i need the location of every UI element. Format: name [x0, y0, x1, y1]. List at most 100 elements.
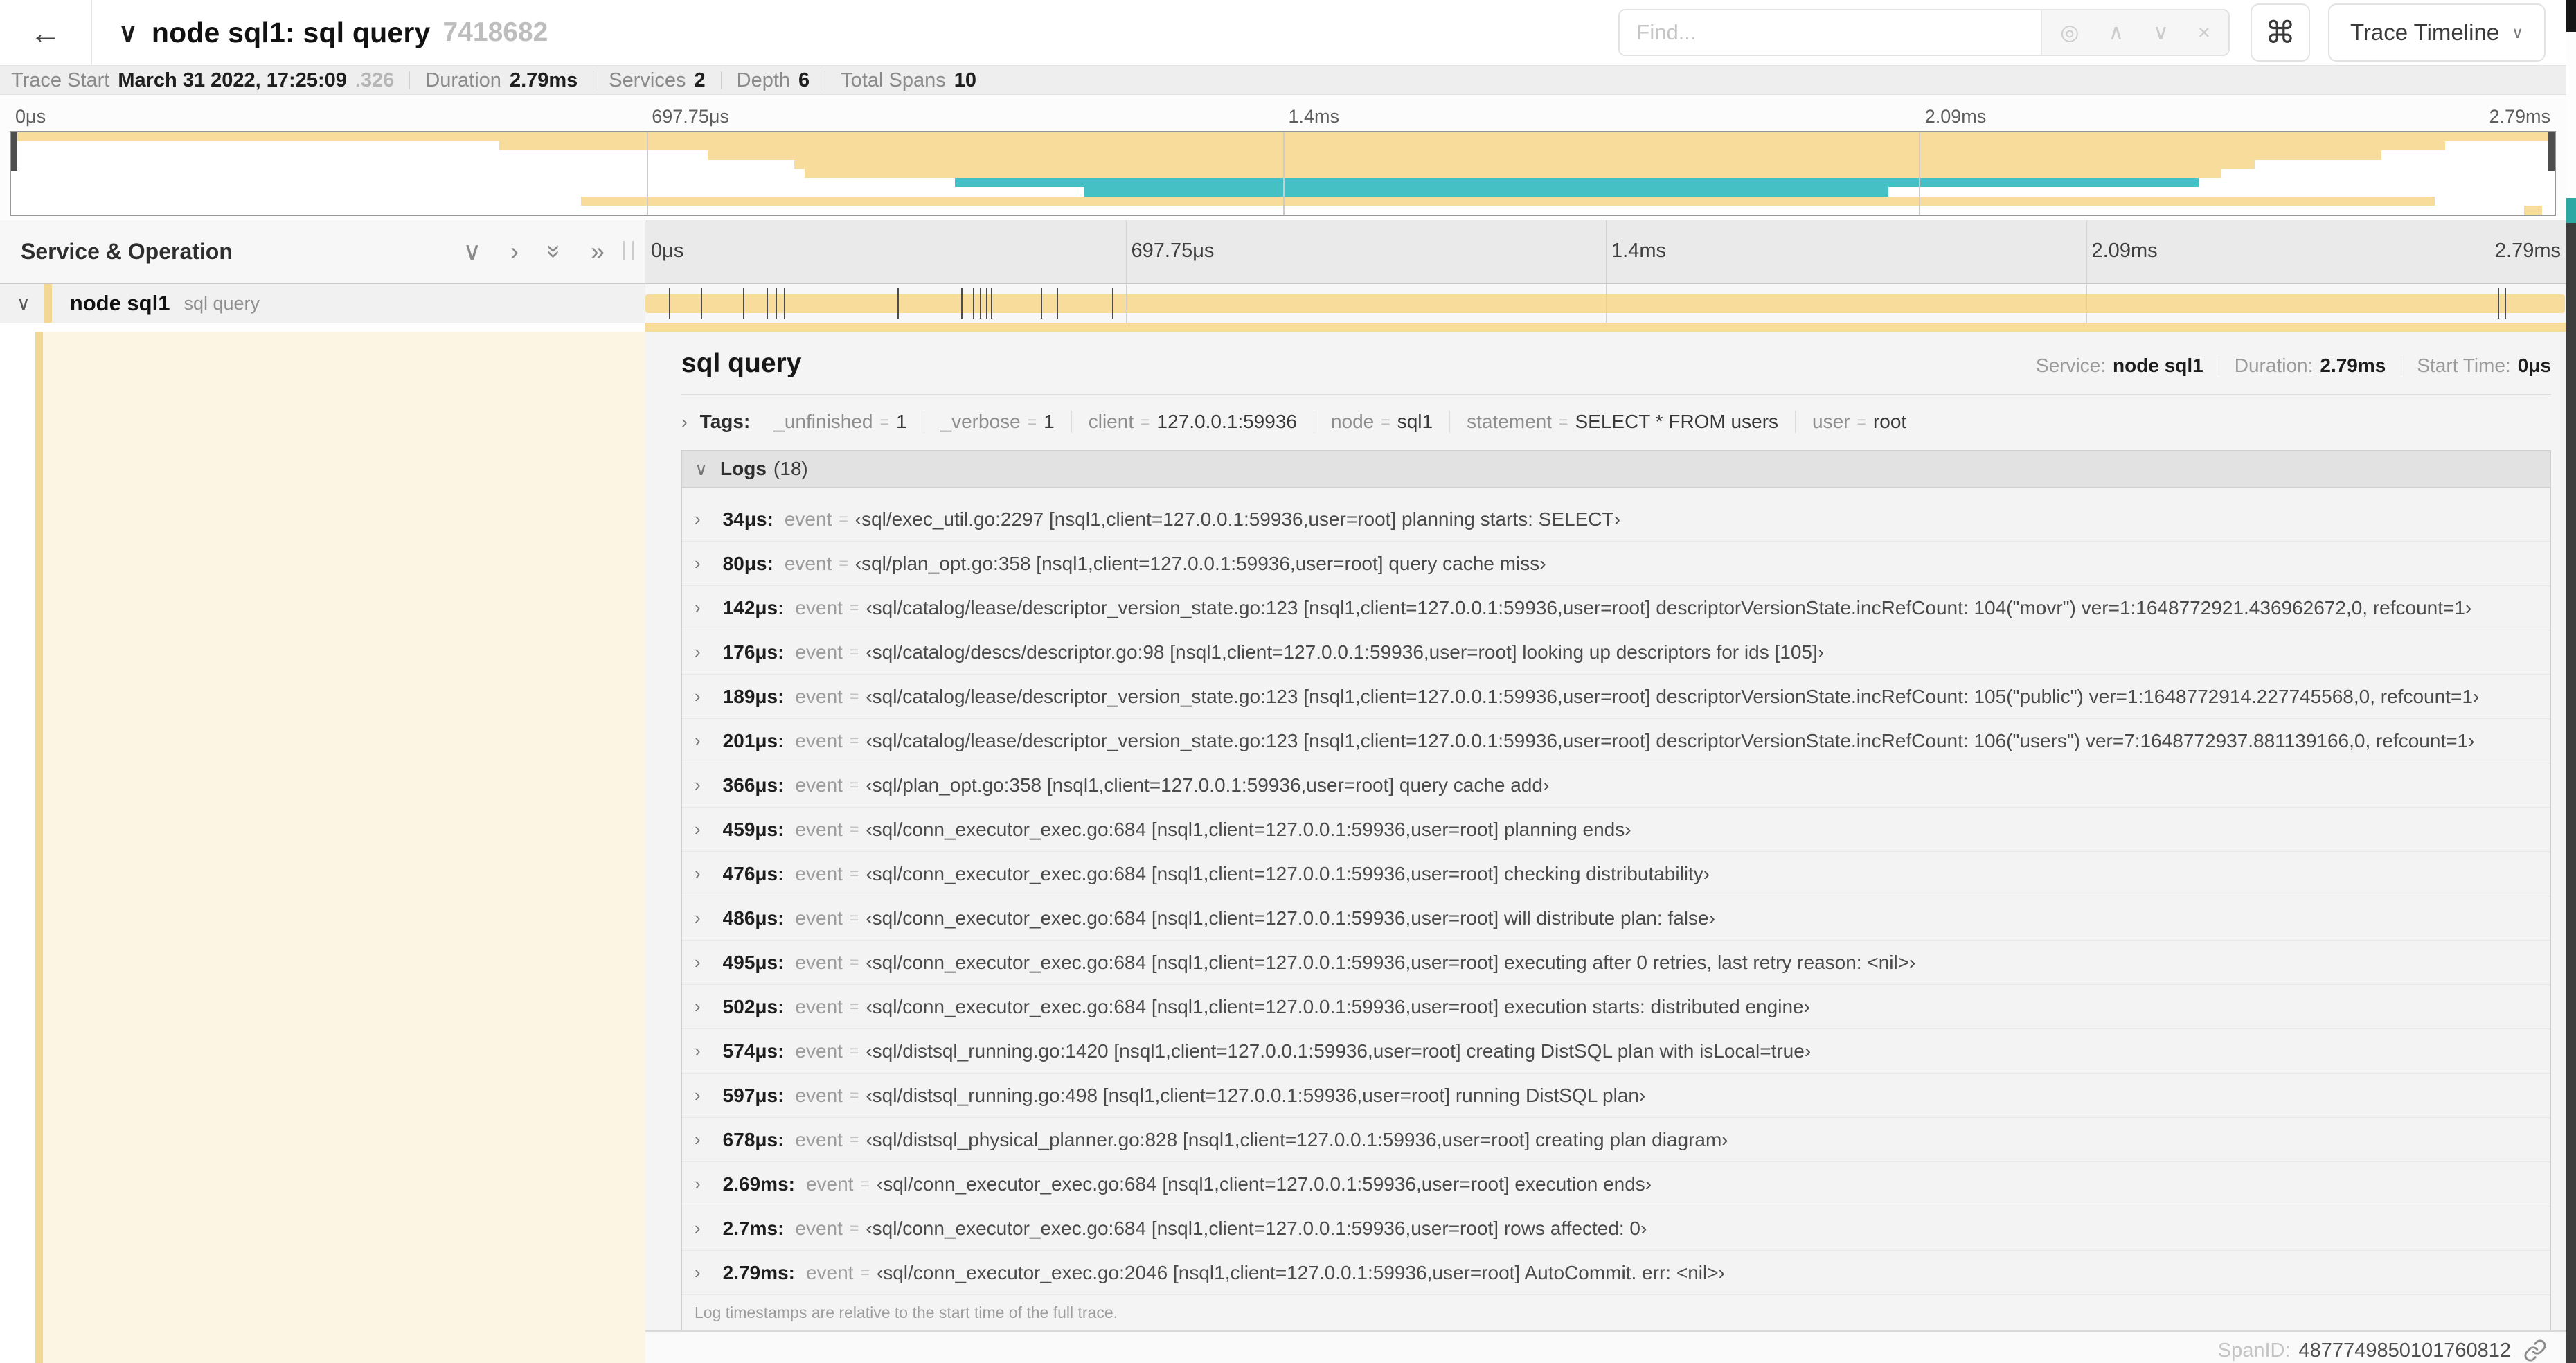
log-row[interactable]: › 597μs: event = ‹sql/distsql_running.go:498…	[682, 1074, 2550, 1118]
service-accent-strip	[35, 332, 43, 1363]
detail-left-gutter	[0, 332, 645, 1363]
ruler-grid-line	[2086, 220, 2087, 283]
summary-value-suffix: .326	[355, 69, 395, 91]
log-field-key: event	[795, 907, 843, 929]
log-field-key: event	[795, 951, 843, 973]
tag-equals: =	[1559, 412, 1568, 431]
collapse-all-icon[interactable]: »	[540, 244, 569, 258]
next-result-icon[interactable]: ∨	[2153, 20, 2169, 45]
span-detail-region: sql query Service: node sql1 Duration: 2.79…	[0, 332, 2566, 1363]
tag-value: sql1	[1397, 411, 1433, 432]
tag-key: statement	[1467, 411, 1553, 432]
span-duration-bar[interactable]	[645, 294, 2565, 313]
overview-label: Start Time:	[2417, 355, 2511, 376]
log-tick-mark	[986, 288, 988, 319]
log-equals: =	[849, 776, 859, 794]
span-row-track[interactable]	[645, 284, 2568, 323]
log-field-key: event	[805, 1173, 854, 1195]
log-field-value: ‹sql/distsql_running.go:498 [nsql1,clien…	[866, 1084, 1646, 1106]
log-timestamp: 201μs:	[722, 729, 785, 751]
collapse-one-icon[interactable]: ∨	[463, 237, 481, 266]
command-icon: ⌘	[2264, 15, 2296, 50]
log-field-value: ‹sql/conn_executor_exec.go:684 [nsql1,cl…	[866, 818, 1631, 840]
log-row[interactable]: › 176μs: event = ‹sql/catalog/descs/descript…	[682, 630, 2550, 675]
log-row[interactable]: › 201μs: event = ‹sql/catalog/lease/descript…	[682, 719, 2550, 763]
trace-view-selector[interactable]: Trace Timeline ∨	[2327, 3, 2546, 62]
log-row[interactable]: › 574μs: event = ‹sql/distsql_running.go:142…	[682, 1029, 2550, 1074]
log-field-value: ‹sql/conn_executor_exec.go:684 [nsql1,cl…	[866, 951, 1916, 973]
logs-count: (18)	[773, 458, 808, 479]
back-button[interactable]: ←	[0, 0, 92, 65]
log-equals: =	[849, 1086, 859, 1104]
log-row[interactable]: › 486μs: event = ‹sql/conn_executor_exec.go:…	[682, 896, 2550, 941]
logs-label: Logs	[720, 458, 767, 479]
log-timestamp: 495μs:	[722, 951, 785, 973]
minimap-canvas[interactable]	[10, 131, 2556, 216]
expand-one-icon[interactable]: ›	[510, 237, 519, 266]
timeline-tick-label: 2.79ms	[2489, 106, 2550, 127]
log-equals: =	[849, 598, 859, 616]
chevron-right-icon: ›	[695, 952, 701, 972]
logs-list: › 34μs: event = ‹sql/exec_util.go:2297 [nsql…	[682, 488, 2550, 1295]
timeline-tick-label: 1.4ms	[1611, 240, 1666, 262]
log-row[interactable]: › 2.79ms: event = ‹sql/conn_executor_exec.go…	[682, 1251, 2550, 1295]
log-row[interactable]: › 189μs: event = ‹sql/catalog/lease/descript…	[682, 675, 2550, 719]
edge-teal-segment	[2566, 198, 2576, 223]
tag-key: client	[1088, 411, 1134, 432]
logs-footer-note: Log timestamps are relative to the start…	[695, 1303, 1118, 1321]
chevron-right-icon: ›	[695, 553, 701, 573]
expand-all-icon[interactable]: »	[591, 237, 605, 266]
keyboard-shortcuts-button[interactable]: ⌘	[2250, 3, 2310, 62]
chevron-right-icon: ›	[695, 1262, 701, 1283]
logs-header[interactable]: ∨ Logs (18)	[682, 451, 2550, 488]
clear-search-icon[interactable]: ×	[2198, 20, 2210, 45]
log-row[interactable]: › 34μs: event = ‹sql/exec_util.go:2297 [nsql…	[682, 497, 2550, 542]
summary-label: Total Spans	[841, 69, 946, 91]
trace-collapse-icon[interactable]: ∨	[118, 17, 138, 48]
link-icon[interactable]	[2523, 1339, 2547, 1362]
log-row[interactable]: › 476μs: event = ‹sql/conn_executor_exec.go:…	[682, 852, 2550, 896]
log-field-key: event	[784, 508, 832, 530]
log-row[interactable]: › 502μs: event = ‹sql/conn_executor_exec.go:…	[682, 985, 2550, 1029]
find-input[interactable]	[1620, 10, 2041, 55]
tag-item: _unfinished = 1	[757, 411, 923, 433]
tags-accordion[interactable]: › Tags: _unfinished = 1 _verbose = 1 client = 12…	[681, 404, 2551, 439]
log-field-value: ‹sql/catalog/lease/descriptor_version_st…	[866, 596, 2472, 618]
log-equals: =	[849, 643, 859, 661]
log-field-key: event	[795, 1040, 843, 1062]
column-resizer-handle[interactable]	[623, 241, 634, 260]
background-window-edge	[2566, 0, 2576, 1363]
timeline-tick-label: 2.79ms	[2494, 240, 2561, 262]
log-row[interactable]: › 459μs: event = ‹sql/conn_executor_exec.go:…	[682, 808, 2550, 852]
log-tick-mark	[766, 288, 768, 319]
tag-item: user = root	[1795, 411, 1923, 433]
log-row[interactable]: › 495μs: event = ‹sql/conn_executor_exec.go:…	[682, 941, 2550, 985]
chevron-right-icon: ›	[695, 730, 701, 751]
detail-header: sql query Service: node sql1 Duration: 2.79…	[681, 348, 2551, 379]
log-tick-mark	[700, 288, 702, 319]
log-row[interactable]: › 142μs: event = ‹sql/catalog/lease/descript…	[682, 586, 2550, 630]
viewport-left-handle[interactable]	[11, 132, 17, 171]
log-tick-mark	[2497, 288, 2499, 319]
chevron-right-icon: ›	[695, 508, 701, 529]
log-timestamp: 142μs:	[722, 596, 785, 618]
log-field-value: ‹sql/exec_util.go:2297 [nsql1,client=127…	[855, 508, 1620, 530]
log-tick-mark	[1112, 288, 1114, 319]
log-row[interactable]: › 2.69ms: event = ‹sql/conn_executor_exec.go…	[682, 1162, 2550, 1206]
log-field-key: event	[795, 685, 843, 707]
locate-icon[interactable]: ◎	[2060, 20, 2079, 45]
log-row[interactable]: › 80μs: event = ‹sql/plan_opt.go:358 [nsql1,…	[682, 542, 2550, 586]
span-row[interactable]: ∨ node sql1 sql query	[0, 284, 2568, 323]
prev-result-icon[interactable]: ∧	[2108, 20, 2124, 45]
span-collapse-icon[interactable]: ∨	[17, 293, 30, 314]
log-field-key: event	[784, 552, 832, 574]
timeline-tick-label: 697.75μs	[652, 106, 729, 127]
trace-id: 7418682	[442, 17, 548, 47]
log-row[interactable]: › 366μs: event = ‹sql/plan_opt.go:358 [nsql1…	[682, 763, 2550, 808]
log-row[interactable]: › 678μs: event = ‹sql/distsql_physical_plann…	[682, 1118, 2550, 1162]
tags-list: _unfinished = 1 _verbose = 1 client = 127.0.0.1:…	[757, 411, 1923, 433]
log-row[interactable]: › 2.7ms: event = ‹sql/conn_executor_exec.go:…	[682, 1206, 2550, 1251]
viewport-right-handle[interactable]	[2548, 132, 2555, 171]
minimap-span-bar	[804, 168, 2221, 179]
view-selector-label: Trace Timeline	[2350, 19, 2500, 45]
